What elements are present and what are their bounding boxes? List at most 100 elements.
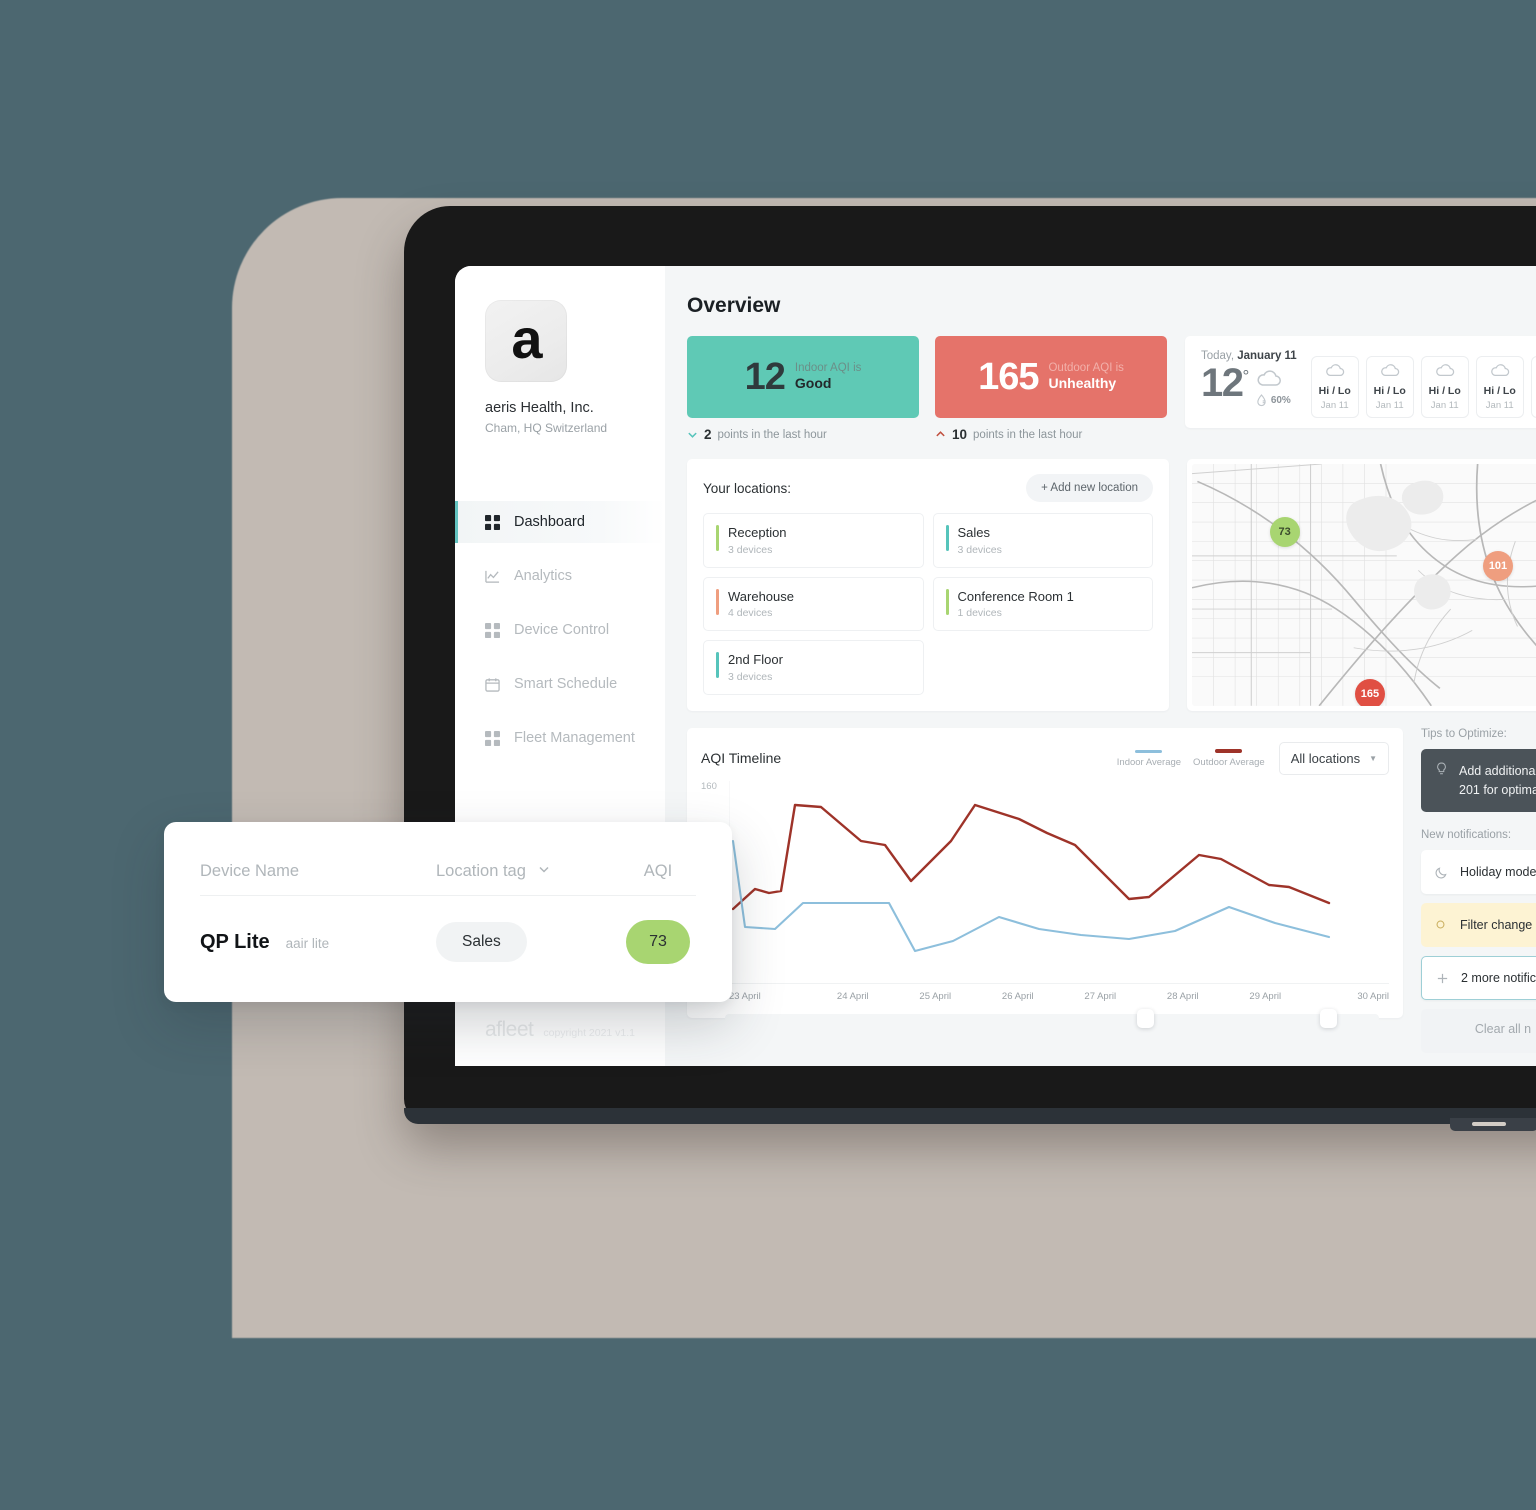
- footer-logo: afleet: [485, 1018, 534, 1041]
- range-handle-left[interactable]: [1137, 1008, 1155, 1028]
- indoor-trend-text: points in the last hour: [717, 428, 827, 441]
- map-pin-value: 101: [1488, 560, 1508, 573]
- location-card[interactable]: Warehouse 4 devices: [703, 576, 924, 632]
- outdoor-aqi-card[interactable]: 165 Outdoor AQI is Unhealthy: [935, 336, 1167, 418]
- clear-notifications-button[interactable]: Clear all n: [1421, 1009, 1536, 1054]
- sidebar-item-label: Device Control: [514, 622, 610, 638]
- legend-label: Outdoor Average: [1193, 756, 1265, 768]
- location-name: Conference Room 1: [957, 588, 1074, 604]
- grid-icon: [485, 730, 500, 746]
- forecast-hilo: Hi / Lo: [1318, 384, 1351, 397]
- locations-map-row: Your locations: + Add new location Recep…: [687, 459, 1536, 711]
- indoor-aqi-block: 12 Indoor AQI is Good 2 points in the la…: [687, 336, 919, 442]
- page-title: Overview: [687, 294, 781, 317]
- forecast-day[interactable]: Hi / Lo Jan 11: [1420, 356, 1469, 418]
- chart-x-axis: 23 April 24 April 25 April 26 April 27 A…: [729, 982, 1389, 1002]
- indoor-aqi-value: 12: [744, 355, 786, 398]
- indoor-aqi-card[interactable]: 12 Indoor AQI is Good: [687, 336, 919, 418]
- device-name: QP Lite: [200, 930, 270, 953]
- location-name: Warehouse: [728, 588, 794, 604]
- outdoor-average-line: [731, 803, 1331, 910]
- chart-range-slider[interactable]: [725, 1008, 1379, 1028]
- forecast-day[interactable]: Hi / Lo Jan 11: [1310, 356, 1359, 418]
- locations-map[interactable]: 73 101 165: [1187, 459, 1536, 711]
- cloud-icon: [1490, 363, 1510, 382]
- location-card[interactable]: Reception 3 devices: [703, 513, 924, 568]
- legend-label: Indoor Average: [1116, 756, 1182, 768]
- timeline-rail-row: AQI Timeline Indoor Average Outdoor Aver…: [687, 727, 1536, 1054]
- device-table-header: Device Name Location tag AQI: [200, 862, 696, 896]
- sidebar-item-smart-schedule[interactable]: Smart Schedule: [455, 663, 665, 705]
- add-location-button[interactable]: + Add new location: [1026, 474, 1153, 502]
- cloud-icon: [1380, 363, 1400, 382]
- notification-item[interactable]: Holiday mode a: [1421, 850, 1536, 895]
- tip-line-1: Add additional: [1459, 763, 1536, 778]
- more-notifications-button[interactable]: 2 more notifica: [1421, 956, 1536, 1001]
- device-model: aair lite: [285, 935, 330, 951]
- chart-title: AQI Timeline: [701, 750, 782, 767]
- x-axis-tick: 30 April: [1357, 990, 1389, 1002]
- map-pin[interactable]: 101: [1483, 551, 1513, 582]
- chevron-down-icon: [537, 862, 551, 881]
- sidebar-nav: Dashboard Analytics Device Control Smart…: [455, 501, 665, 759]
- location-filter-select[interactable]: All locations ▼: [1278, 741, 1389, 775]
- forecast-date: Jan 11: [1430, 399, 1459, 411]
- summary-row: 12 Indoor AQI is Good 2 points in the la…: [687, 336, 1536, 442]
- location-device-count: 1 devices: [957, 607, 1002, 620]
- location-card[interactable]: Sales 3 devices: [932, 513, 1153, 568]
- forecast-hilo: Hi / Lo: [1483, 384, 1516, 397]
- notification-item[interactable]: Filter change ne: [1421, 903, 1536, 948]
- sidebar-item-analytics[interactable]: Analytics: [455, 555, 665, 597]
- x-axis-tick: 25 April: [919, 990, 952, 1002]
- map-pin-value: 165: [1360, 688, 1380, 701]
- forecast-day[interactable]: Hi / Lo Jan 11: [1475, 356, 1524, 418]
- forecast-day[interactable]: Hi / Lo Jan 11: [1365, 356, 1414, 418]
- device-location-pill[interactable]: Sales: [436, 922, 527, 962]
- device-table-row[interactable]: QP Lite aair lite Sales 73: [200, 920, 696, 964]
- locations-title: Your locations:: [703, 480, 792, 496]
- x-axis-tick: 27 April: [1084, 990, 1117, 1002]
- range-handle-right[interactable]: [1320, 1008, 1338, 1028]
- notifications-header: New notifications:: [1421, 829, 1512, 842]
- column-header-aqi: AQI: [643, 862, 673, 880]
- cloud-icon: [1435, 363, 1455, 382]
- sidebar-item-fleet-management[interactable]: Fleet Management: [455, 717, 665, 759]
- location-device-count: 3 devices: [957, 543, 1002, 556]
- map-pin[interactable]: 73: [1269, 517, 1300, 548]
- column-header-location-tag-label: Location tag: [436, 862, 526, 880]
- location-card[interactable]: Conference Room 1 1 devices: [932, 576, 1153, 632]
- sidebar-item-dashboard[interactable]: Dashboard: [455, 501, 665, 543]
- forecast-hilo: Hi / Lo: [1373, 384, 1406, 397]
- weather-widget: Today, January 11 12° 60% Hi / Lo Jan 11…: [1185, 336, 1536, 428]
- location-filter-value: All locations: [1290, 750, 1361, 766]
- locations-panel: Your locations: + Add new location Recep…: [687, 459, 1169, 711]
- x-axis-tick: 29 April: [1249, 990, 1282, 1002]
- forecast-date: Jan 11: [1320, 399, 1349, 411]
- main-content: Overview 12 Indoor AQI is Good 2 points …: [665, 266, 1536, 1066]
- notification-label: Filter change ne: [1460, 918, 1536, 933]
- location-card[interactable]: 2nd Floor 3 devices: [703, 640, 924, 695]
- tip-card[interactable]: Add additional 201 for optimal: [1421, 748, 1536, 813]
- x-axis-tick: 23 April: [729, 990, 761, 1002]
- tips-header: Tips to Optimize:: [1421, 727, 1507, 740]
- y-axis-tick: 160: [701, 780, 717, 792]
- tablet-bottom-edge: [404, 1108, 1536, 1124]
- notification-label: 2 more notifica: [1461, 971, 1536, 986]
- brand-name: aeris Health, Inc.: [485, 400, 594, 416]
- forecast-day[interactable]: Hi / Lo Jan 11: [1530, 356, 1536, 418]
- brand-logo-letter: a: [511, 307, 542, 370]
- sidebar-item-label: Smart Schedule: [514, 676, 618, 692]
- outdoor-aqi-state: Unhealthy: [1048, 375, 1117, 392]
- indoor-trend-value: 2: [704, 427, 712, 442]
- chevron-down-icon: [687, 429, 698, 440]
- sidebar-item-device-control[interactable]: Device Control: [455, 609, 665, 651]
- map-pin[interactable]: 165: [1354, 679, 1385, 706]
- location-device-count: 3 devices: [728, 670, 773, 683]
- x-axis-tick: 24 April: [836, 990, 869, 1002]
- aqi-cards: 12 Indoor AQI is Good 2 points in the la…: [687, 336, 1167, 442]
- humidity-value: 60%: [1270, 395, 1291, 406]
- map-canvas[interactable]: 73 101 165: [1192, 464, 1536, 706]
- circle-icon: [1435, 919, 1448, 932]
- map-roads: [1192, 464, 1536, 706]
- column-header-location-tag[interactable]: Location tag: [436, 862, 620, 881]
